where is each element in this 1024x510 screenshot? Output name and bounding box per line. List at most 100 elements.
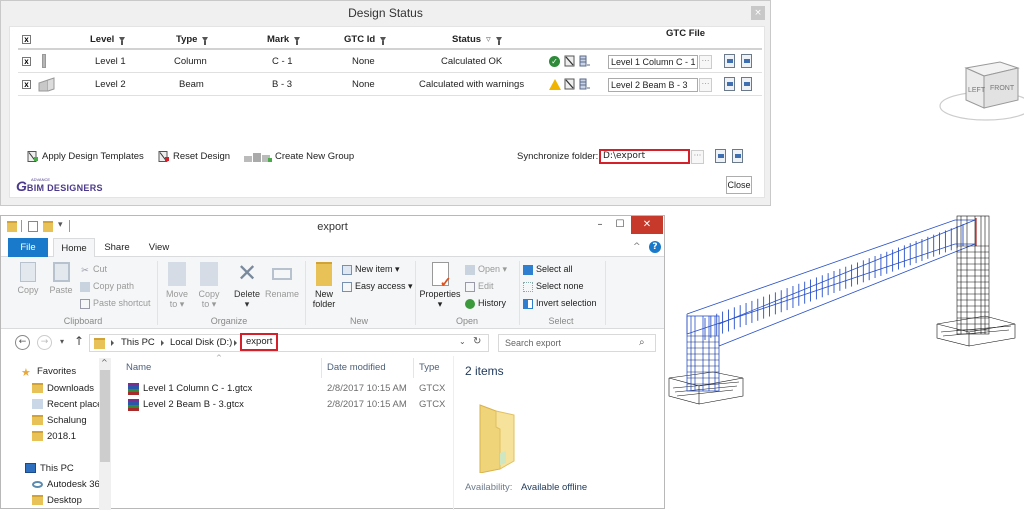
rebar-cage-icon[interactable] bbox=[578, 55, 590, 67]
browse-button[interactable]: ··· bbox=[699, 55, 712, 69]
sync-browse-button[interactable]: ··· bbox=[691, 150, 704, 164]
easy-access-button[interactable]: Easy access ▾ bbox=[342, 281, 413, 292]
crumb-export[interactable]: export bbox=[240, 333, 279, 351]
import-all-icon[interactable] bbox=[715, 149, 726, 163]
up-button[interactable]: ↑ bbox=[74, 334, 84, 348]
search-input[interactable]: Search export bbox=[498, 334, 656, 352]
nav-recent-places[interactable]: Recent place bbox=[32, 399, 102, 410]
col-type[interactable]: Type bbox=[419, 362, 440, 373]
col-mark[interactable]: Mark bbox=[267, 34, 301, 45]
nav-scrollbar[interactable]: ^ bbox=[99, 358, 111, 510]
invert-selection-button[interactable]: Invert selection bbox=[523, 298, 597, 309]
copy-to-button[interactable]: Copy to ▾ bbox=[195, 262, 223, 309]
filter-icon[interactable] bbox=[294, 36, 301, 45]
design-template-icon[interactable] bbox=[564, 55, 576, 67]
move-to-button[interactable]: Move to ▾ bbox=[163, 262, 191, 309]
tab-home[interactable]: Home bbox=[53, 238, 95, 258]
column-divider[interactable] bbox=[321, 358, 322, 378]
filter-icon[interactable] bbox=[119, 36, 126, 45]
address-bar[interactable]: This PC Local Disk (D:) export ⌄ ↻ bbox=[89, 333, 489, 352]
design-template-icon[interactable] bbox=[564, 78, 576, 90]
history-button[interactable]: History bbox=[465, 298, 506, 309]
minimize-button[interactable]: – bbox=[591, 216, 609, 234]
table-row[interactable]: x Level 1 Column C - 1 None Calculated O… bbox=[18, 51, 762, 73]
export-all-icon[interactable] bbox=[732, 149, 743, 163]
nav-downloads[interactable]: Downloads bbox=[32, 383, 94, 394]
select-all-button[interactable]: Select all bbox=[523, 264, 573, 275]
paste-shortcut-button[interactable]: Paste shortcut bbox=[80, 298, 151, 309]
collapse-ribbon-icon[interactable]: ^ bbox=[633, 242, 641, 252]
address-dropdown-icon[interactable]: ⌄ bbox=[459, 337, 466, 346]
crumb-local-disk[interactable]: Local Disk (D:) bbox=[170, 335, 232, 351]
reset-design-button[interactable]: Reset Design bbox=[158, 151, 230, 162]
open-button[interactable]: Open ▾ bbox=[465, 264, 507, 275]
maximize-button[interactable]: ☐ bbox=[611, 216, 629, 234]
tab-share[interactable]: Share bbox=[101, 238, 133, 257]
back-button[interactable]: ← bbox=[15, 335, 30, 350]
export-icon[interactable] bbox=[741, 77, 752, 91]
col-name[interactable]: Name bbox=[126, 362, 151, 373]
search-icon[interactable]: ⌕ bbox=[639, 337, 645, 348]
scroll-up-icon[interactable]: ^ bbox=[101, 358, 108, 367]
nav-2018-1[interactable]: 2018.1 bbox=[32, 431, 76, 442]
col-level[interactable]: Level bbox=[90, 34, 126, 45]
nav-schalung[interactable]: Schalung bbox=[32, 415, 87, 426]
dialog-close-button[interactable]: × bbox=[751, 6, 765, 20]
nav-autodesk-360[interactable]: Autodesk 360 bbox=[32, 479, 100, 490]
import-icon[interactable] bbox=[724, 77, 735, 91]
rename-button[interactable]: Rename bbox=[265, 262, 299, 299]
row-checkbox[interactable]: x bbox=[22, 80, 31, 89]
column-divider[interactable] bbox=[413, 358, 414, 378]
select-none-button[interactable]: Select none bbox=[523, 281, 584, 292]
file-row[interactable]: Level 2 Beam B - 3.gtcx 2/8/2017 10:15 A… bbox=[113, 397, 453, 413]
col-type[interactable]: Type bbox=[176, 34, 209, 45]
paste-button[interactable]: Paste bbox=[47, 262, 75, 295]
tab-view[interactable]: View bbox=[143, 238, 175, 257]
copy-path-button[interactable]: Copy path bbox=[80, 281, 134, 292]
col-date-modified[interactable]: Date modified bbox=[327, 362, 386, 373]
copy-button[interactable]: Copy bbox=[15, 262, 41, 295]
create-new-group-button[interactable]: Create New Group bbox=[244, 151, 354, 162]
properties-button[interactable]: ✓ Properties ▾ bbox=[419, 262, 461, 309]
row-checkbox[interactable]: x bbox=[22, 57, 31, 66]
nav-this-pc[interactable]: This PC bbox=[25, 463, 74, 474]
window-close-button[interactable]: ✕ bbox=[631, 216, 663, 234]
title-bar[interactable]: ▾ export – ☐ ✕ bbox=[1, 216, 664, 238]
file-row[interactable]: Level 1 Column C - 1.gtcx 2/8/2017 10:15… bbox=[113, 381, 453, 397]
export-icon[interactable] bbox=[741, 54, 752, 68]
select-all-checkbox[interactable]: x bbox=[22, 35, 31, 44]
tab-file[interactable]: File bbox=[8, 238, 48, 257]
chevron-right-icon[interactable] bbox=[234, 340, 237, 346]
browse-button[interactable]: ··· bbox=[699, 78, 712, 92]
sort-icon[interactable]: ▿ bbox=[486, 34, 491, 45]
3d-rebar-model-view[interactable] bbox=[665, 206, 1024, 509]
rebar-cage-icon[interactable] bbox=[578, 78, 590, 90]
filter-icon[interactable] bbox=[202, 36, 209, 45]
nav-desktop[interactable]: Desktop bbox=[32, 495, 82, 506]
close-button[interactable]: Close bbox=[726, 176, 752, 194]
apply-design-templates-button[interactable]: Apply Design Templates bbox=[27, 151, 144, 162]
nav-favorites[interactable]: ★ Favorites bbox=[21, 366, 76, 379]
viewcube[interactable]: LEFT FRONT bbox=[938, 50, 1024, 126]
new-folder-button[interactable]: New folder bbox=[310, 262, 338, 309]
nav-scroll-thumb[interactable] bbox=[100, 370, 110, 462]
filter-icon[interactable] bbox=[495, 36, 502, 45]
gtc-file-field[interactable]: Level 1 Column C - 1 bbox=[608, 55, 698, 69]
edit-button[interactable]: Edit bbox=[465, 281, 494, 292]
gtc-file-field[interactable]: Level 2 Beam B - 3 bbox=[608, 78, 698, 92]
refresh-icon[interactable]: ↻ bbox=[473, 336, 481, 347]
crumb-this-pc[interactable]: This PC bbox=[121, 335, 155, 351]
delete-button[interactable]: ✕ Delete ▾ bbox=[231, 262, 263, 310]
table-row[interactable]: x Level 2 Beam B - 3 None Calculated wit… bbox=[18, 74, 762, 96]
new-item-button[interactable]: New item ▾ bbox=[342, 264, 400, 275]
help-icon[interactable]: ? bbox=[649, 241, 661, 253]
col-status[interactable]: Status ▿ bbox=[452, 34, 502, 45]
chevron-right-icon[interactable] bbox=[111, 340, 114, 346]
cut-button[interactable]: ✂ Cut bbox=[80, 264, 107, 275]
import-icon[interactable] bbox=[724, 54, 735, 68]
col-gtc-id[interactable]: GTC Id bbox=[344, 34, 387, 45]
chevron-right-icon[interactable] bbox=[161, 340, 164, 346]
sync-folder-input[interactable]: D:\export bbox=[599, 149, 690, 164]
recent-locations-icon[interactable]: ▾ bbox=[60, 337, 64, 346]
forward-button[interactable]: → bbox=[37, 335, 52, 350]
